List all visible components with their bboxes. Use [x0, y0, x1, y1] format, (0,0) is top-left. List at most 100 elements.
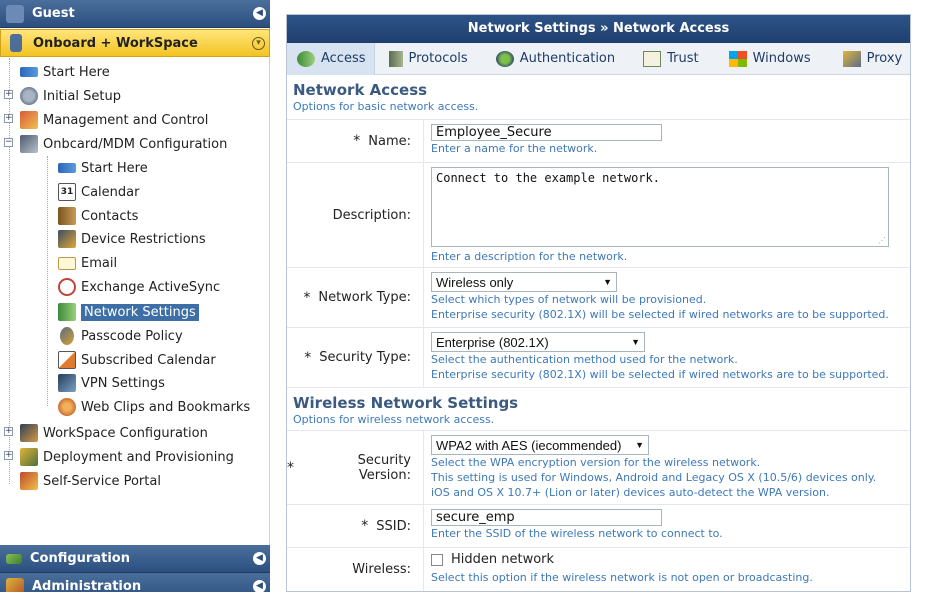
tree-item-deployment-provisioning[interactable]: Deployment and Provisioning — [20, 446, 234, 468]
expand-icon[interactable]: ◀ — [253, 552, 266, 565]
description-hint: Enter a description for the network. — [431, 250, 628, 263]
expand-toggle[interactable]: + — [4, 427, 13, 436]
security-version-hint-2: This setting is used for Windows, Androi… — [431, 471, 877, 484]
tree-item-onboard-mdm-configuration[interactable]: Onbcard/MDM Configuration — [20, 133, 227, 155]
ssid-label: SSID: — [376, 518, 411, 534]
tree-item-start-here-sub[interactable]: Start Here — [58, 157, 148, 179]
gears-icon — [20, 87, 38, 105]
security-version-row: * Security Version: WPA2 with AES (iecomm… — [287, 430, 910, 504]
network-type-select[interactable]: Wireless only ▼ — [431, 272, 617, 292]
rss-calendar-icon — [58, 351, 76, 369]
tree-item-web-clips-bookmarks[interactable]: Web Clips and Bookmarks — [58, 396, 250, 418]
tab-bar: Access Protocols Authentication Trust Wi… — [287, 42, 911, 75]
tab-authentication[interactable]: Authentication — [486, 43, 623, 75]
tree-item-start-here[interactable]: Start Here — [20, 61, 110, 83]
required-marker: * — [303, 289, 311, 306]
hidden-network-hint: Select this option if the wireless netwo… — [431, 570, 813, 584]
tree-item-management-control[interactable]: Management and Control — [20, 109, 208, 131]
section-title: Wireless Network Settings — [293, 394, 519, 412]
management-icon — [20, 111, 38, 129]
authentication-icon — [495, 50, 514, 67]
key-lock-icon — [60, 327, 74, 345]
certificate-icon — [643, 50, 662, 67]
security-version-label: Security Version: — [357, 452, 411, 483]
main-panel: Network Settings » Network Access Access… — [286, 14, 911, 592]
onboard-section-header[interactable]: Onboard + WorkSpace ▾ — [0, 29, 270, 57]
tab-proxy[interactable]: Proxy — [833, 43, 911, 75]
guest-section-header[interactable]: Guest ◀ — [0, 0, 270, 28]
required-marker: * — [287, 459, 294, 476]
collapse-icon[interactable]: ▾ — [252, 37, 265, 50]
onboard-label: Onboard + WorkSpace — [33, 35, 198, 51]
wireless-label: Wireless: — [352, 562, 411, 577]
administration-label: Administration — [32, 579, 142, 592]
device-lock-icon — [58, 230, 76, 248]
wrench-icon — [6, 553, 22, 564]
tree-item-workspace-configuration[interactable]: WorkSpace Configuration — [20, 422, 208, 444]
configuration-section-header[interactable]: Configuration ◀ — [0, 545, 270, 573]
network-type-row: * Network Type: Wireless only ▼ Select wh… — [287, 267, 910, 327]
required-marker: * — [304, 349, 312, 366]
tree-item-subscribed-calendar[interactable]: Subscribed Calendar — [58, 349, 216, 371]
tree-item-initial-setup[interactable]: Initial Setup — [20, 85, 121, 107]
security-type-row: * Security Type: Enterprise (802.1X) ▼ Se… — [287, 327, 910, 387]
security-version-select[interactable]: WPA2 with AES (iecommended) ▼ — [431, 435, 649, 455]
resize-grip-icon[interactable]: ⋰ — [878, 236, 886, 245]
tree-item-passcode-policy[interactable]: Passcode Policy — [58, 325, 183, 347]
configuration-label: Configuration — [30, 551, 130, 566]
tab-protocols[interactable]: Protocols — [379, 43, 476, 75]
section-subtitle: Options for wireless network access. — [293, 413, 495, 426]
tree-item-network-settings[interactable]: Network Settings — [58, 301, 199, 323]
tab-access[interactable]: Access — [287, 42, 375, 75]
tree-item-self-service-portal[interactable]: Self-Service Portal — [20, 470, 161, 492]
ssid-row: * SSID: secure_emp Enter the SSID of the … — [287, 504, 910, 547]
administration-section-header[interactable]: Administration ◀ — [0, 573, 270, 592]
guest-icon — [6, 4, 24, 23]
tree-item-contacts[interactable]: Contacts — [58, 205, 138, 227]
tab-windows[interactable]: Windows — [719, 43, 819, 75]
calendar-icon: 31 — [58, 183, 76, 201]
name-hint: Enter a name for the network. — [431, 142, 598, 155]
sync-icon — [58, 278, 76, 296]
wireless-row: Wireless: Hidden network Select this opt… — [287, 547, 910, 591]
security-type-hint: Select the authentication method used fo… — [431, 353, 738, 366]
expand-toggle[interactable]: + — [4, 114, 13, 123]
network-type-label: Network Type: — [318, 290, 411, 305]
checkbox-box[interactable] — [431, 553, 443, 566]
security-version-hint-3: iOS and OS X 10.7+ (Lion or later) devic… — [431, 486, 830, 499]
security-type-select[interactable]: Enterprise (802.1X) ▼ — [431, 332, 645, 352]
expand-toggle[interactable]: + — [4, 451, 13, 460]
collapse-toggle[interactable]: − — [4, 138, 13, 147]
globe-bookmark-icon — [58, 398, 76, 416]
security-type-hint-2: Enterprise security (802.1X) will be sel… — [431, 368, 889, 381]
security-version-hint: Select the WPA encryption version for th… — [431, 456, 761, 469]
phone-icon — [10, 34, 22, 52]
envelope-icon — [58, 256, 76, 270]
arrow-right-icon — [58, 163, 76, 173]
tree-item-exchange-activesync[interactable]: Exchange ActiveSync — [58, 276, 220, 298]
tree-item-device-restrictions[interactable]: Device Restrictions — [58, 228, 206, 250]
tree-item-calendar[interactable]: 31 Calendar — [58, 181, 139, 203]
windows-logo-icon — [728, 50, 747, 67]
section-subtitle: Options for basic network access. — [293, 100, 479, 113]
tree-item-vpn-settings[interactable]: VPN Settings — [58, 372, 165, 394]
hidden-network-checkbox[interactable]: Hidden network — [431, 552, 554, 567]
sidebar: Guest ◀ Onboard + WorkSpace ▾ Start Here… — [0, 0, 270, 592]
expand-icon[interactable]: ◀ — [253, 7, 266, 20]
expand-icon[interactable]: ◀ — [253, 580, 266, 592]
name-input[interactable]: Employee_Secure — [431, 124, 662, 141]
arrow-right-icon — [20, 67, 38, 77]
guest-label: Guest — [32, 6, 75, 21]
ssid-input[interactable]: secure_emp — [431, 509, 662, 526]
tab-trust[interactable]: Trust — [633, 43, 706, 75]
deploy-icon — [20, 448, 38, 466]
access-antenna-icon — [297, 50, 315, 67]
contacts-book-icon — [58, 207, 76, 225]
description-textarea[interactable]: Connect to the example network. ⋰ — [431, 167, 889, 247]
admin-tools-icon — [6, 577, 24, 592]
expand-toggle[interactable]: + — [4, 90, 13, 99]
tree-item-email[interactable]: Email — [58, 252, 117, 274]
required-marker: * — [353, 133, 361, 149]
page-title: Network Settings » Network Access — [287, 15, 910, 43]
name-label: Name: — [368, 133, 411, 149]
